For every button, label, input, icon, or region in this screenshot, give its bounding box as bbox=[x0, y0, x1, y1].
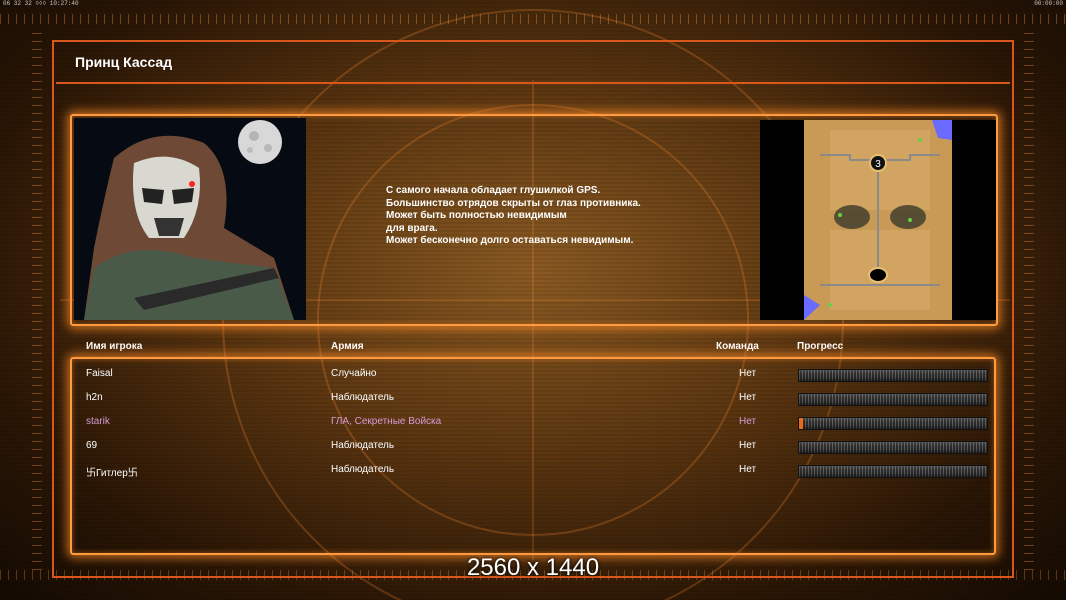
title-bar bbox=[56, 44, 1010, 84]
player-army: Наблюдатель bbox=[331, 464, 395, 475]
right-ruler bbox=[1024, 30, 1034, 570]
player-army: ГЛА, Секретные Войска bbox=[331, 416, 442, 427]
player-progress-bar bbox=[798, 465, 988, 478]
player-name: 卐Гитлер卐 bbox=[86, 468, 138, 479]
column-header-player: Имя игрока bbox=[86, 341, 143, 352]
player-name: h2n bbox=[86, 392, 103, 403]
player-army: Наблюдатель bbox=[331, 440, 395, 451]
status-left: 06 32 32 ◊◊◊ 10:27:40 bbox=[3, 0, 79, 7]
player-army: Случайно bbox=[331, 368, 377, 379]
description-line: Может быть полностью невидимым bbox=[386, 210, 567, 222]
player-team: Нет bbox=[739, 416, 757, 427]
player-name: 69 bbox=[86, 440, 98, 451]
description-line: С самого начала обладает глушилкой GPS. bbox=[386, 185, 601, 196]
general-portrait bbox=[74, 118, 306, 320]
player-army: Наблюдатель bbox=[331, 392, 395, 403]
player-row: 卐Гитлер卐 Наблюдатель Нет bbox=[0, 459, 1066, 479]
player-team: Нет bbox=[739, 392, 757, 403]
map-preview: 3 bbox=[760, 120, 996, 320]
column-header-team: Команда bbox=[716, 341, 759, 352]
player-row: starik ГЛА, Секретные Войска Нет bbox=[0, 411, 1066, 431]
left-ruler bbox=[32, 30, 42, 570]
column-header-progress: Прогресс bbox=[797, 341, 844, 352]
player-progress-bar bbox=[798, 417, 988, 430]
description-line: Большинство отрядов скрыты от глаз проти… bbox=[386, 197, 641, 209]
column-header-army: Армия bbox=[331, 341, 364, 352]
player-team: Нет bbox=[739, 368, 757, 379]
map-image: 3 bbox=[760, 120, 996, 320]
map-marker-label: 3 bbox=[875, 159, 881, 170]
description-line: Может бесконечно долго оставаться невиди… bbox=[386, 235, 634, 247]
portrait-image bbox=[74, 118, 306, 320]
general-title: Принц Кассад bbox=[75, 54, 173, 70]
player-name: Faisal bbox=[86, 368, 113, 379]
player-name: starik bbox=[86, 416, 110, 427]
resolution-watermark: 2560 x 1440 bbox=[466, 554, 600, 581]
player-team: Нет bbox=[739, 440, 757, 451]
general-description: С самого начала обладает глушилкой GPS. … bbox=[386, 185, 641, 248]
player-team: Нет bbox=[739, 464, 757, 475]
player-row: 69 Наблюдатель Нет bbox=[0, 435, 1066, 455]
player-row: Faisal Случайно Нет bbox=[0, 363, 1066, 383]
status-right: 00:00:00 bbox=[1034, 0, 1063, 7]
description-line: для врага. bbox=[386, 222, 438, 234]
player-row: h2n Наблюдатель Нет bbox=[0, 387, 1066, 407]
progress-fill bbox=[799, 418, 803, 429]
top-ruler bbox=[0, 14, 1066, 24]
player-progress-bar bbox=[798, 369, 988, 382]
player-progress-bar bbox=[798, 441, 988, 454]
player-progress-bar bbox=[798, 393, 988, 406]
